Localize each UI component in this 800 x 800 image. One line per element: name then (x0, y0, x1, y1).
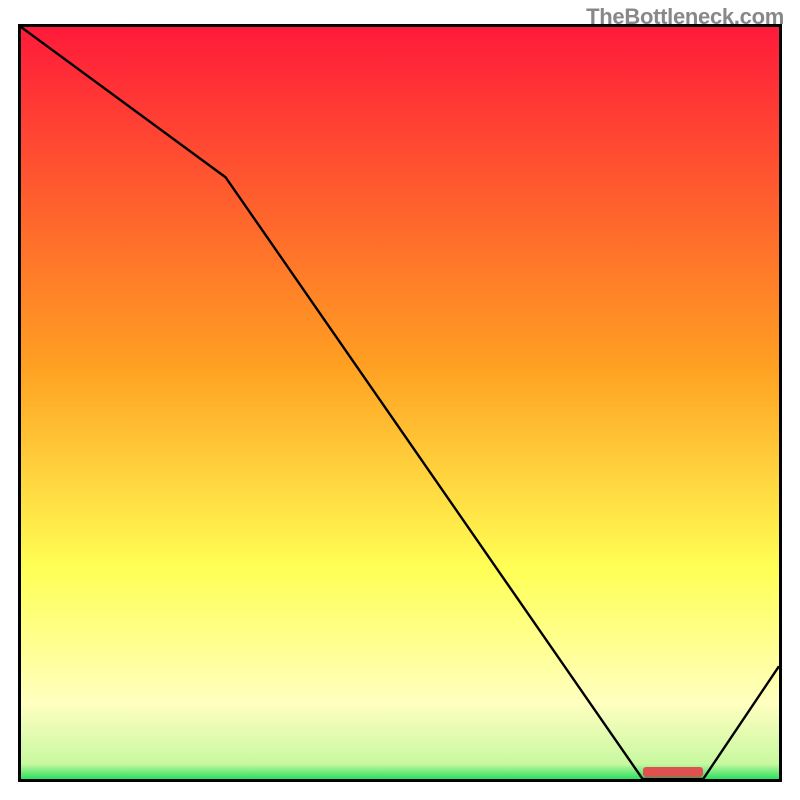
plot-area (18, 24, 782, 782)
chart-container: TheBottleneck.com (0, 0, 800, 800)
bottom-marker (643, 767, 704, 777)
gradient-background (21, 27, 779, 779)
chart-svg (21, 27, 779, 779)
